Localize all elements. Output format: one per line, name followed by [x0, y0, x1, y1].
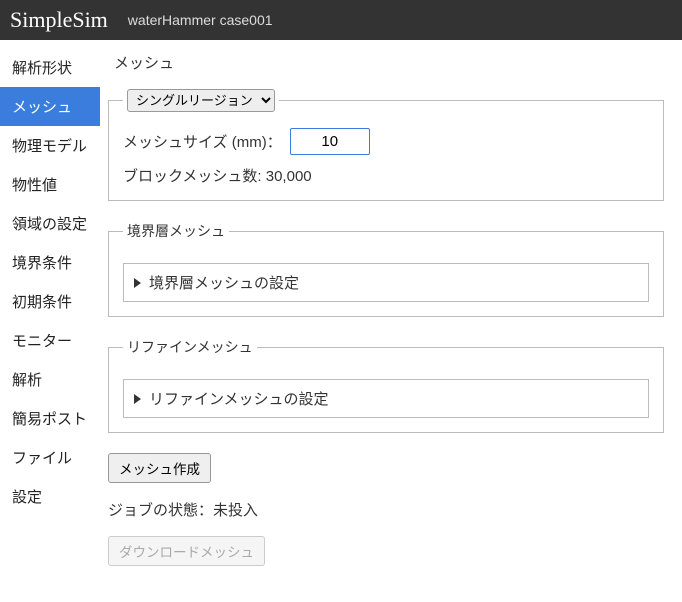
sidebar-item-properties[interactable]: 物性値 [0, 165, 100, 204]
boundary-layer-summary: 境界層メッシュの設定 [124, 264, 648, 301]
sidebar-item-mesh[interactable]: メッシュ [0, 87, 100, 126]
mesh-size-label: メッシュサイズ (mm)： [123, 131, 282, 152]
job-status-value: 未投入 [213, 502, 258, 519]
disclosure-triangle-icon [134, 278, 141, 288]
job-status-label: ジョブの状態： [108, 502, 213, 519]
download-mesh-button: ダウンロードメッシュ [108, 536, 265, 566]
make-mesh-button[interactable]: メッシュ作成 [108, 453, 211, 483]
sidebar: 解析形状 メッシュ 物理モデル 物性値 領域の設定 境界条件 初期条件 モニター… [0, 40, 100, 602]
block-count: ブロックメッシュ数: 30,000 [123, 165, 649, 186]
sidebar-item-boundary[interactable]: 境界条件 [0, 243, 100, 282]
case-name: waterHammer case001 [128, 12, 273, 28]
sidebar-item-initial[interactable]: 初期条件 [0, 282, 100, 321]
block-count-value: 30,000 [266, 168, 312, 185]
boundary-layer-legend: 境界層メッシュ [123, 221, 229, 241]
sidebar-item-solve[interactable]: 解析 [0, 360, 100, 399]
sidebar-item-settings[interactable]: 設定 [0, 477, 100, 516]
page-title: メッシュ [108, 52, 664, 73]
app-header: SimpleSim waterHammer case001 [0, 0, 682, 40]
base-mesh-fieldset: シングルリージョン メッシュサイズ (mm)： ブロックメッシュ数: 30,00… [108, 89, 664, 201]
job-status: ジョブの状態：未投入 [108, 499, 664, 520]
sidebar-item-post[interactable]: 簡易ポスト [0, 399, 100, 438]
disclosure-triangle-icon [134, 394, 141, 404]
refine-mesh-details[interactable]: リファインメッシュの設定 [123, 379, 649, 418]
refine-mesh-summary: リファインメッシュの設定 [124, 380, 648, 417]
main-panel: メッシュ シングルリージョン メッシュサイズ (mm)： ブロックメッシュ数: … [100, 40, 682, 602]
boundary-layer-fieldset: 境界層メッシュ 境界層メッシュの設定 [108, 221, 664, 317]
region-select[interactable]: シングルリージョン [127, 89, 275, 112]
refine-mesh-legend: リファインメッシュ [123, 337, 257, 357]
refine-mesh-summary-label: リファインメッシュの設定 [149, 388, 329, 409]
boundary-layer-summary-label: 境界層メッシュの設定 [149, 272, 299, 293]
refine-mesh-fieldset: リファインメッシュ リファインメッシュの設定 [108, 337, 664, 433]
sidebar-item-monitor[interactable]: モニター [0, 321, 100, 360]
sidebar-item-file[interactable]: ファイル [0, 438, 100, 477]
sidebar-item-physics[interactable]: 物理モデル [0, 126, 100, 165]
sidebar-item-region[interactable]: 領域の設定 [0, 204, 100, 243]
sidebar-item-geometry[interactable]: 解析形状 [0, 48, 100, 87]
mesh-size-input[interactable] [290, 128, 370, 155]
block-count-label: ブロックメッシュ数: [123, 168, 262, 185]
app-title: SimpleSim [10, 7, 108, 33]
boundary-layer-details[interactable]: 境界層メッシュの設定 [123, 263, 649, 302]
